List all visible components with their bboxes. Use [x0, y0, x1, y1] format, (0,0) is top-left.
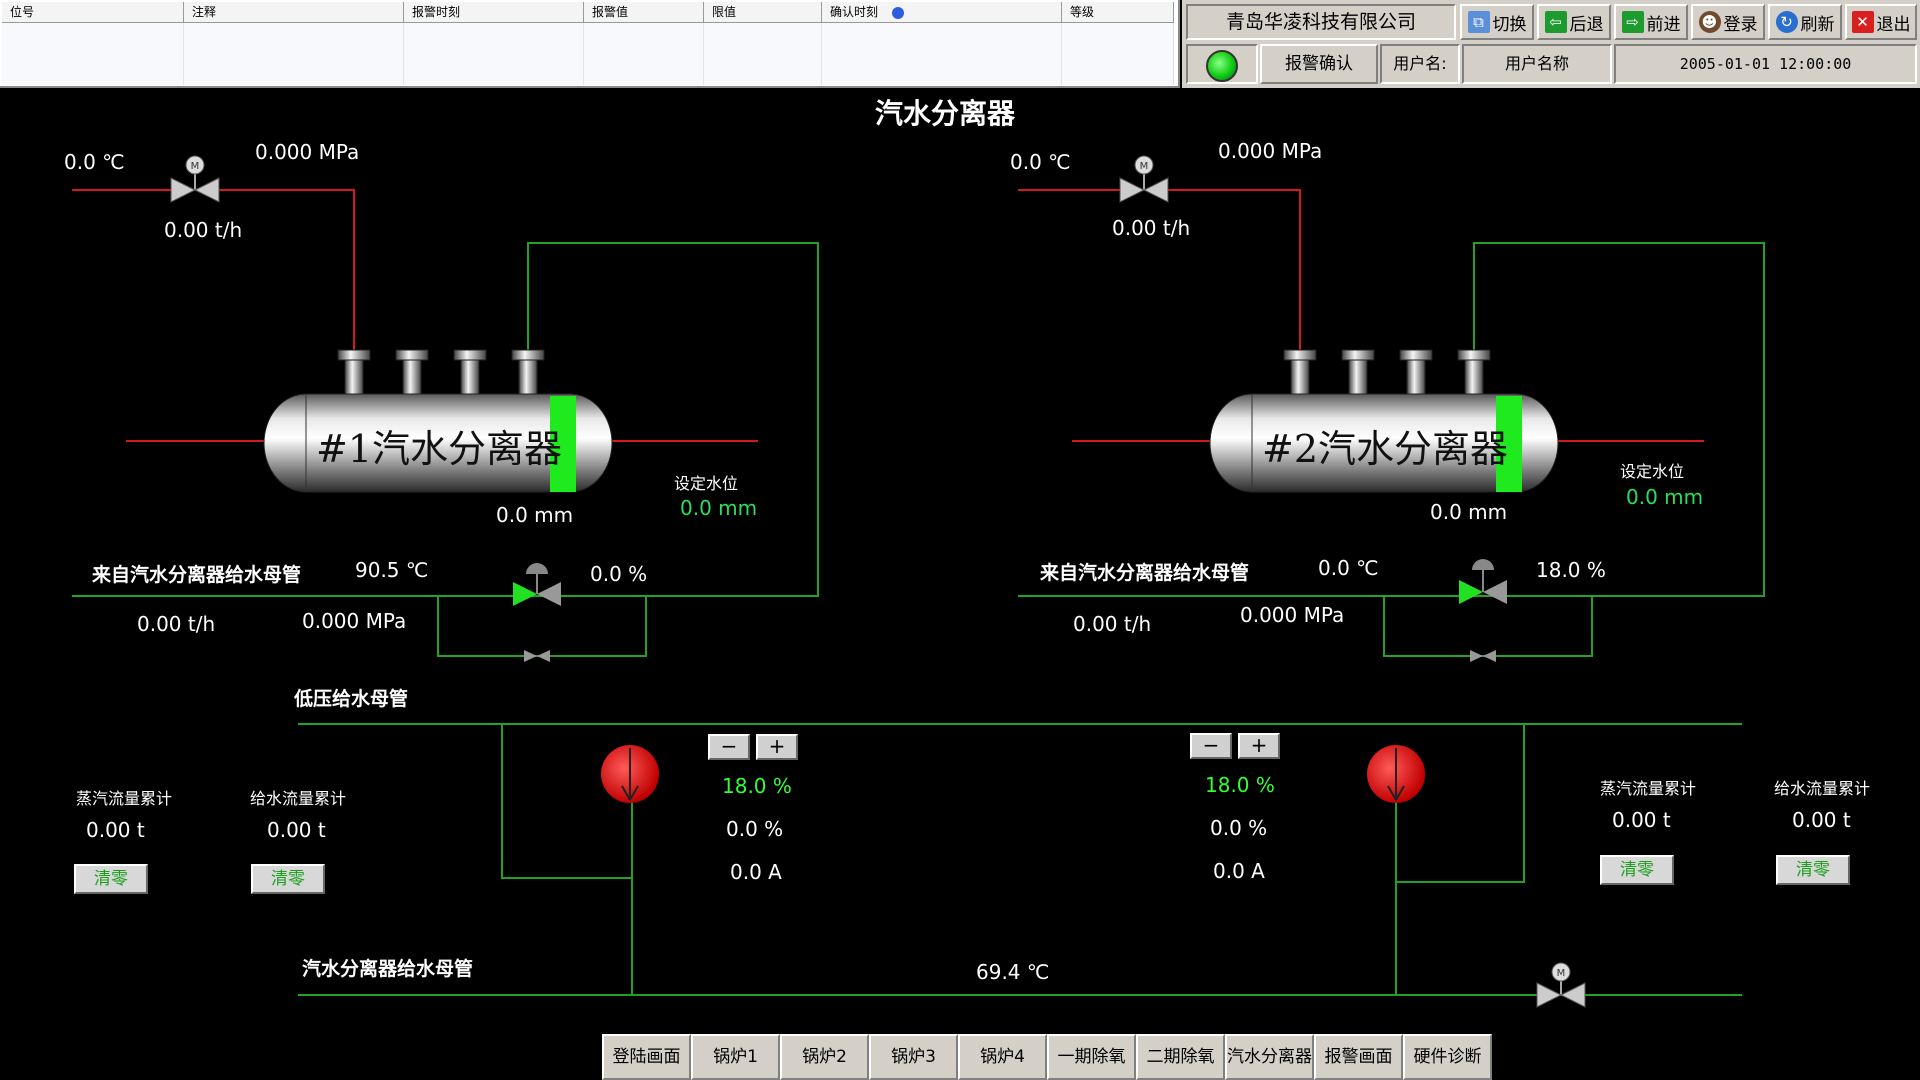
pump-2-minus-button[interactable]: − [1190, 733, 1232, 759]
separator-1-valve-open: 0.0 % [590, 562, 648, 586]
low-pressure-header-label: 低压给水母管 [294, 688, 409, 710]
header-piping [298, 723, 1742, 996]
separator-2-setpoint[interactable]: 0.0 mm [1626, 485, 1703, 509]
left-water-total-label: 给水流量累计 [250, 789, 347, 808]
right-steam-total-value: 0.00 t [1612, 808, 1671, 832]
right-water-total-value: 0.00 t [1792, 808, 1851, 832]
svg-text:M: M [1140, 161, 1149, 172]
right-water-clear-button[interactable]: 清零 [1776, 855, 1850, 885]
nav-tab-boiler-4[interactable]: 锅炉4 [958, 1034, 1047, 1080]
pump-2-current: 0.0 A [1213, 859, 1265, 883]
right-steam-total-label: 蒸汽流量累计 [1600, 779, 1697, 798]
right-steam-clear-button[interactable]: 清零 [1600, 855, 1674, 885]
separator-2-bypass-valve-icon[interactable] [1470, 650, 1496, 662]
separator-1-bypass-valve-icon[interactable] [524, 650, 550, 662]
separator-1-feed-pressure: 0.000 MPa [302, 609, 407, 633]
pump-2-icon[interactable] [1367, 745, 1425, 803]
separator-1-setpoint-label: 设定水位 [674, 474, 739, 493]
right-water-total-label: 给水流量累计 [1774, 779, 1871, 798]
separator-2-feed-temp: 0.0 ℃ [1318, 556, 1379, 580]
nav-tab-deaerator-phase-2[interactable]: 二期除氧 [1136, 1034, 1225, 1080]
separator-1-level: 0.0 mm [496, 503, 574, 527]
pump-2-feedback: 0.0 % [1210, 816, 1268, 840]
separator-2-control-valve-icon[interactable] [1459, 559, 1507, 604]
pump-1-current: 0.0 A [730, 860, 782, 884]
left-steam-total-value: 0.00 t [86, 818, 145, 842]
separator-feed-header-label: 汽水分离器给水母管 [302, 958, 474, 980]
separator-1-control-valve-icon[interactable] [513, 563, 561, 606]
separator-1-feed-temp: 90.5 ℃ [355, 558, 429, 582]
pump-1-feedback: 0.0 % [726, 817, 784, 841]
separator-2-setpoint-label: 设定水位 [1620, 462, 1685, 481]
separator-2-valve-open: 18.0 % [1536, 558, 1606, 582]
separator-2-feed-pressure: 0.000 MPa [1240, 603, 1345, 627]
nav-tab-hardware-diagnosis[interactable]: 硬件诊断 [1403, 1034, 1492, 1080]
left-water-total-value: 0.00 t [267, 818, 326, 842]
separator-1-steam-temp: 0.0 ℃ [64, 150, 125, 174]
pump-1-minus-button[interactable]: − [708, 734, 750, 760]
svg-text:M: M [1557, 968, 1566, 979]
separator-2-name: #2汽水分离器 [1262, 427, 1509, 471]
pump-2-plus-button[interactable]: + [1238, 733, 1280, 759]
nav-tab-deaerator-phase-1[interactable]: 一期除氧 [1047, 1034, 1136, 1080]
left-steam-clear-button[interactable]: 清零 [74, 864, 148, 894]
nav-tab-boiler-2[interactable]: 锅炉2 [780, 1034, 869, 1080]
nav-tab-boiler-1[interactable]: 锅炉1 [691, 1034, 780, 1080]
pump-1-plus-button[interactable]: + [756, 734, 798, 760]
pump-1-icon[interactable] [601, 745, 659, 803]
separator-2-steam-pressure: 0.000 MPa [1218, 139, 1323, 163]
separator-1-setpoint[interactable]: 0.0 mm [680, 496, 757, 520]
separator-1-feed-label: 来自汽水分离器给水母管 [92, 564, 302, 586]
pump-1-setpoint: 18.0 % [722, 774, 792, 798]
separator-2-feed-label: 来自汽水分离器给水母管 [1040, 562, 1250, 584]
separator-2-steam-temp: 0.0 ℃ [1010, 150, 1071, 174]
separator-1-steam-pressure: 0.000 MPa [255, 140, 360, 164]
nav-tab-alarm[interactable]: 报警画面 [1314, 1034, 1403, 1080]
left-steam-total-label: 蒸汽流量累计 [76, 789, 173, 808]
separator-1-steam-valve-icon[interactable]: M [170, 155, 220, 203]
header-motor-valve-icon[interactable]: M [1536, 962, 1586, 1008]
separator-1-name: #1汽水分离器 [316, 427, 563, 471]
separator-2-feed-flow: 0.00 t/h [1073, 612, 1152, 636]
separator-2-steam-valve-icon[interactable]: M [1119, 155, 1169, 203]
svg-text:M: M [191, 161, 200, 172]
bottom-navigation: 登陆画面 锅炉1 锅炉2 锅炉3 锅炉4 一期除氧 二期除氧 汽水分离器 报警画… [602, 1034, 1492, 1080]
nav-tab-steam-separator[interactable]: 汽水分离器 [1225, 1034, 1314, 1080]
separator-1-feed-flow: 0.00 t/h [137, 612, 216, 636]
separator-1-steam-flow: 0.00 t/h [164, 218, 243, 242]
header-temp: 69.4 ℃ [976, 960, 1050, 984]
nav-tab-login[interactable]: 登陆画面 [602, 1034, 691, 1080]
nav-tab-boiler-3[interactable]: 锅炉3 [869, 1034, 958, 1080]
separator-2-level: 0.0 mm [1430, 500, 1508, 524]
left-water-clear-button[interactable]: 清零 [251, 864, 325, 894]
pump-2-setpoint: 18.0 % [1205, 773, 1275, 797]
separator-2-steam-flow: 0.00 t/h [1112, 216, 1191, 240]
